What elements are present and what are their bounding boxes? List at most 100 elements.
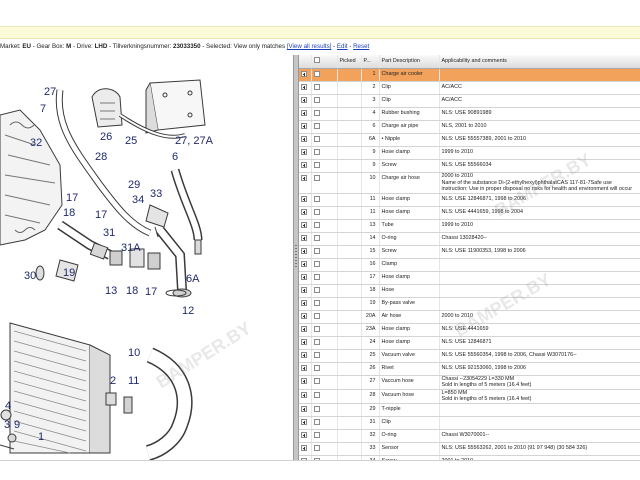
table-row[interactable]: 3 Clip AC/ACC xyxy=(299,94,640,108)
picked-checkbox[interactable] xyxy=(313,312,320,319)
picked-checkbox[interactable] xyxy=(313,405,320,412)
expand-cell[interactable] xyxy=(299,133,312,147)
table-row[interactable]: 2 Clip AC/ACC xyxy=(299,81,640,95)
picked-cell[interactable] xyxy=(311,159,338,173)
expand-cell[interactable] xyxy=(299,349,312,363)
expand-cell[interactable] xyxy=(299,389,312,404)
picked-checkbox[interactable] xyxy=(313,221,320,228)
table-row[interactable]: 1 Charge air cooler xyxy=(299,68,640,82)
header-picked[interactable]: Picked xyxy=(337,55,362,69)
picked-checkbox[interactable] xyxy=(313,391,320,398)
callout-label[interactable]: 31A xyxy=(121,242,141,254)
view-all-results-link[interactable]: [View all results] xyxy=(287,43,332,50)
header-picked-checkbox[interactable] xyxy=(311,55,338,69)
expand-plus-icon[interactable] xyxy=(301,431,307,438)
picked-checkbox[interactable] xyxy=(313,97,320,103)
expand-plus-icon[interactable] xyxy=(301,221,307,228)
callout-label[interactable]: 17 xyxy=(66,192,78,204)
callout-label[interactable]: 17 xyxy=(145,286,157,298)
expand-plus-icon[interactable] xyxy=(301,123,307,129)
callout-label[interactable]: 12 xyxy=(182,305,194,317)
picked-cell[interactable] xyxy=(311,389,338,404)
expand-plus-icon[interactable] xyxy=(301,405,307,412)
expand-plus-icon[interactable] xyxy=(301,260,307,267)
table-row[interactable]: 27 Vaccum hose Chassi --23054229 L=330 MM S… xyxy=(299,375,640,390)
table-row[interactable]: 32 O-ring Chassi W3070001-- xyxy=(299,429,640,443)
picked-checkbox[interactable] xyxy=(313,149,320,155)
expand-plus-icon[interactable] xyxy=(301,444,307,451)
expand-cell[interactable] xyxy=(299,258,312,272)
expand-cell[interactable] xyxy=(299,362,312,376)
callout-label[interactable]: 25 xyxy=(125,135,137,147)
picked-cell[interactable] xyxy=(311,68,338,82)
expand-cell[interactable] xyxy=(299,172,312,194)
table-row[interactable]: 15 Screw NLS: USE 11900353, 1998 to 2006 xyxy=(299,245,640,259)
expand-plus-icon[interactable] xyxy=(301,247,307,254)
callout-label[interactable]: 27 xyxy=(44,86,56,98)
picked-cell[interactable] xyxy=(311,336,338,350)
table-row[interactable]: 20A Air hose 2000 to 2010 xyxy=(299,310,640,324)
callout-label[interactable]: 19 xyxy=(63,267,75,279)
picked-cell[interactable] xyxy=(311,193,338,207)
expand-cell[interactable] xyxy=(299,81,312,95)
expand-cell[interactable] xyxy=(299,271,312,285)
expand-cell[interactable] xyxy=(299,219,312,233)
callout-label[interactable]: 6 xyxy=(172,151,178,163)
picked-checkbox[interactable] xyxy=(313,247,320,254)
picked-checkbox[interactable] xyxy=(313,325,320,332)
table-row[interactable]: 31 Clip xyxy=(299,416,640,430)
expand-plus-icon[interactable] xyxy=(301,195,307,202)
expand-plus-icon[interactable] xyxy=(301,377,307,384)
callout-label[interactable]: 33 xyxy=(150,188,162,200)
picked-cell[interactable] xyxy=(311,323,338,337)
expand-cell[interactable] xyxy=(299,297,312,311)
expand-plus-icon[interactable] xyxy=(301,312,307,319)
expand-plus-icon[interactable] xyxy=(301,391,307,398)
expand-cell[interactable] xyxy=(299,120,312,134)
picked-cell[interactable] xyxy=(311,297,338,311)
picked-checkbox[interactable] xyxy=(313,431,320,438)
callout-label[interactable]: 26 xyxy=(100,131,112,143)
expand-cell[interactable] xyxy=(299,403,312,417)
table-row[interactable]: 6 Charge air pipe NLS, 2001 to 2010 xyxy=(299,120,640,134)
expand-cell[interactable] xyxy=(299,245,312,259)
table-row[interactable]: 33 Sensor NLS: USE 55563262, 2001 to 2010 … xyxy=(299,442,640,456)
callout-label[interactable]: 13 xyxy=(105,285,117,297)
table-row[interactable]: 24 Hose clamp NLS: USE 12846871 xyxy=(299,336,640,350)
expand-cell[interactable] xyxy=(299,68,312,82)
callout-label[interactable]: 10 xyxy=(128,347,140,359)
callout-label[interactable]: 34 xyxy=(132,194,144,206)
table-row[interactable]: 26 Rivet NLS: USE 92153060, 1998 to 2006 xyxy=(299,362,640,376)
table-row[interactable]: 29 T-nipple xyxy=(299,403,640,417)
picked-cell[interactable] xyxy=(311,94,338,108)
table-row[interactable]: 6A • Nipple NLS: USE 55557389, 2001 to 201… xyxy=(299,133,640,147)
picked-cell[interactable] xyxy=(311,219,338,233)
table-row[interactable]: 17 Hose clamp xyxy=(299,271,640,285)
picked-checkbox[interactable] xyxy=(313,208,320,215)
edit-link[interactable]: Edit xyxy=(337,43,348,50)
table-row[interactable]: 4 Rubber bushing NLS: USE 90891989 xyxy=(299,107,640,121)
picked-checkbox[interactable] xyxy=(313,364,320,371)
callout-label[interactable]: 3 xyxy=(4,419,10,431)
expand-plus-icon[interactable] xyxy=(301,175,307,181)
picked-checkbox[interactable] xyxy=(313,175,320,181)
expand-cell[interactable] xyxy=(299,442,312,456)
expand-plus-icon[interactable] xyxy=(301,325,307,332)
callout-label[interactable]: 11 xyxy=(128,375,139,387)
callout-label[interactable]: 6A xyxy=(186,273,200,285)
picked-checkbox[interactable] xyxy=(313,123,320,129)
picked-checkbox[interactable] xyxy=(313,418,320,425)
header-description[interactable]: Part Description xyxy=(379,55,440,69)
picked-cell[interactable] xyxy=(311,107,338,121)
callout-label[interactable]: 31 xyxy=(103,227,115,239)
expand-cell[interactable] xyxy=(299,206,312,220)
table-row[interactable]: 25 Vacuum valve NLS: USE 55560354, 1998 to… xyxy=(299,349,640,363)
expand-plus-icon[interactable] xyxy=(301,286,307,293)
expand-cell[interactable] xyxy=(299,284,312,298)
expand-plus-icon[interactable] xyxy=(301,149,307,155)
picked-checkbox[interactable] xyxy=(313,377,320,384)
splitter-grip-icon[interactable] xyxy=(295,245,297,269)
picked-checkbox[interactable] xyxy=(313,136,320,142)
picked-checkbox[interactable] xyxy=(313,162,320,168)
expand-plus-icon[interactable] xyxy=(301,338,307,345)
